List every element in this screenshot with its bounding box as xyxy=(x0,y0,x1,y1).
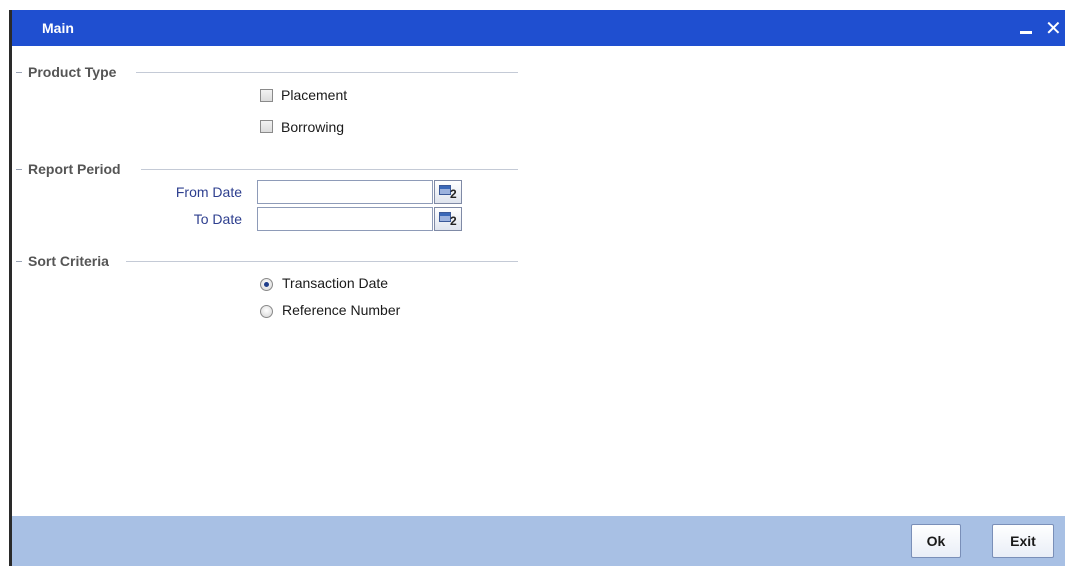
close-icon[interactable]: ✕ xyxy=(1045,16,1062,41)
to-date-label: To Date xyxy=(193,211,242,227)
placement-label: Placement xyxy=(281,87,348,103)
window-frame-left xyxy=(9,10,12,566)
section-heading: Product Type xyxy=(28,64,123,80)
transaction-date-label: Transaction Date xyxy=(282,275,389,291)
from-date-calendar-button[interactable]: 2 xyxy=(434,180,462,204)
section-divider xyxy=(136,72,518,73)
section-product-type: Product Type xyxy=(16,64,518,82)
section-heading: Report Period xyxy=(28,161,127,177)
window-title: Main xyxy=(42,20,74,36)
section-dash xyxy=(16,72,22,73)
from-date-label: From Date xyxy=(175,184,242,200)
exit-button[interactable]: Exit xyxy=(992,524,1054,558)
calendar-icon-digit: 2 xyxy=(450,187,457,201)
borrowing-label: Borrowing xyxy=(281,119,345,135)
section-dash xyxy=(16,169,22,170)
from-date-input[interactable] xyxy=(257,180,433,204)
section-divider xyxy=(141,169,518,170)
ok-button[interactable]: Ok xyxy=(911,524,961,558)
to-date-input[interactable] xyxy=(257,207,433,231)
section-heading: Sort Criteria xyxy=(28,253,115,269)
to-date-calendar-button[interactable]: 2 xyxy=(434,207,462,231)
reference-number-label: Reference Number xyxy=(282,302,401,318)
window-titlebar: Main ✕ xyxy=(12,10,1065,46)
footer-bar: Ok Exit xyxy=(12,516,1065,566)
placement-checkbox[interactable] xyxy=(260,89,273,102)
section-sort-criteria: Sort Criteria xyxy=(16,253,518,271)
calendar-icon-digit: 2 xyxy=(450,214,457,228)
section-report-period: Report Period xyxy=(16,161,518,179)
transaction-date-radio[interactable] xyxy=(260,278,273,291)
reference-number-radio[interactable] xyxy=(260,305,273,318)
minimize-icon[interactable] xyxy=(1020,31,1032,34)
borrowing-checkbox[interactable] xyxy=(260,120,273,133)
section-divider xyxy=(126,261,518,262)
section-dash xyxy=(16,261,22,262)
